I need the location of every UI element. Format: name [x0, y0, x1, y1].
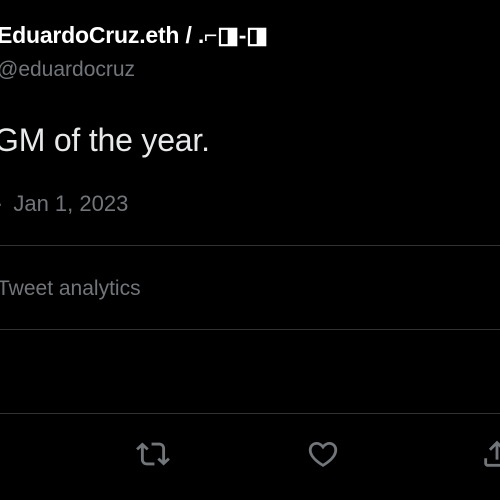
divider: [0, 413, 500, 414]
retweet-icon[interactable]: [136, 437, 170, 471]
tweet-text: GM of the year.: [0, 122, 210, 158]
share-icon[interactable]: [480, 437, 500, 471]
tweet-analytics-link[interactable]: Tweet analytics: [0, 277, 141, 301]
like-icon[interactable]: [306, 437, 340, 471]
tweet-actions-bar: [0, 425, 500, 485]
divider: [0, 245, 500, 246]
tweet-meta: · Jan 1, 2023: [0, 191, 128, 217]
tweet-date[interactable]: Jan 1, 2023: [13, 191, 128, 216]
author-handle[interactable]: @eduardocruz: [0, 58, 135, 82]
divider: [0, 329, 500, 330]
meta-separator: ·: [0, 191, 3, 216]
author-display-name[interactable]: EduardoCruz.eth / .⌐◨-◨: [0, 22, 268, 49]
